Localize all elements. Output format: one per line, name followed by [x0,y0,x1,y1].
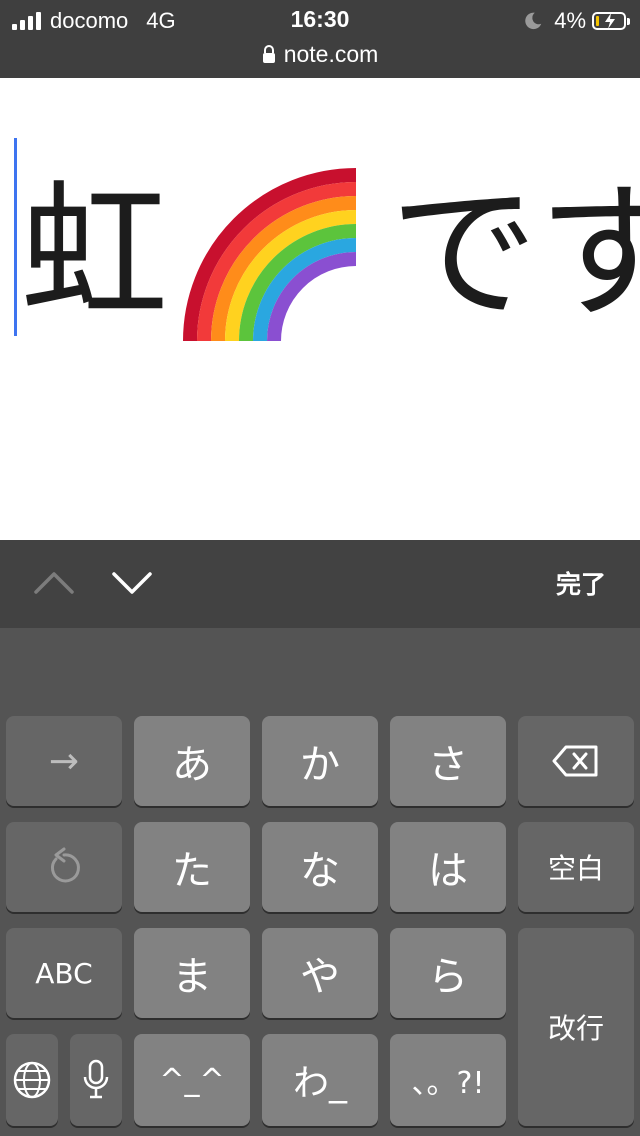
key-sa-label: さ [428,742,468,788]
url-bar[interactable]: note.com [0,38,640,70]
text-caret [14,138,17,336]
key-na-label: な [300,848,340,894]
mic-icon [83,1059,109,1099]
key-ya[interactable]: や [262,928,378,1018]
key-wa[interactable]: わ_ [262,1034,378,1126]
key-ka-label: か [300,742,340,788]
key-ma-label: ま [172,954,212,1000]
key-na[interactable]: な [262,822,378,912]
chevron-up-icon[interactable] [32,568,76,598]
lock-icon [262,45,275,63]
arrow-right-icon: → [48,740,80,782]
input-accessory-bar [0,540,640,628]
delete-icon [552,745,598,777]
chevron-down-icon[interactable] [110,568,154,598]
battery-tip [627,17,630,25]
moon-icon [525,12,542,30]
return-key-label: 改行 [547,1012,604,1045]
key-ta-label: た [172,848,212,894]
undo-key[interactable] [6,822,122,912]
kaomoji-key-label: ^_^ [159,1062,225,1098]
key-a-label: あ [172,742,212,788]
key-ha-label: は [428,848,468,894]
mic-key[interactable] [70,1034,122,1126]
return-key[interactable]: 改行 [518,928,634,1126]
abc-key-label: ABC [35,956,93,990]
battery-level [596,16,599,26]
undo-icon [51,847,80,883]
space-key-label: 空白 [547,852,604,885]
abc-key[interactable]: ABC [6,928,122,1018]
rainbow-emoji [183,168,357,342]
key-a[interactable]: あ [134,716,250,806]
key-ha[interactable]: は [390,822,506,912]
globe-key[interactable] [6,1034,58,1126]
text-editor[interactable]: 虹 です。 [0,78,640,540]
bolt-icon [605,13,615,29]
key-wa-label: わ_ [292,1063,347,1104]
delete-key[interactable] [518,716,634,806]
punctuation-key[interactable]: 、。?! [390,1034,506,1126]
kaomoji-key[interactable]: ^_^ [134,1034,250,1126]
key-ya-label: や [300,954,340,1000]
status-bar: docomo 4G 16:30 4% note.com [0,0,640,78]
arrow-right-key[interactable]: → [6,716,122,806]
text-desu: です。 [390,167,640,339]
editor-text-line: 虹 です。 [20,163,640,343]
space-key[interactable]: 空白 [518,822,634,912]
text-kanji: 虹 [20,167,168,339]
battery-icon [592,12,626,30]
key-ra[interactable]: ら [390,928,506,1018]
key-ta[interactable]: た [134,822,250,912]
status-right: 4% [522,6,630,36]
punctuation-key-label: 、。?! [411,1066,485,1101]
globe-icon [13,1061,51,1099]
key-ra-label: ら [428,954,468,1000]
battery-percent: 4% [554,8,586,33]
key-sa[interactable]: さ [390,716,506,806]
key-ka[interactable]: か [262,716,378,806]
url-text: note.com [283,40,379,67]
key-ma[interactable]: ま [134,928,250,1018]
done-button[interactable]: 完了 [556,565,606,601]
